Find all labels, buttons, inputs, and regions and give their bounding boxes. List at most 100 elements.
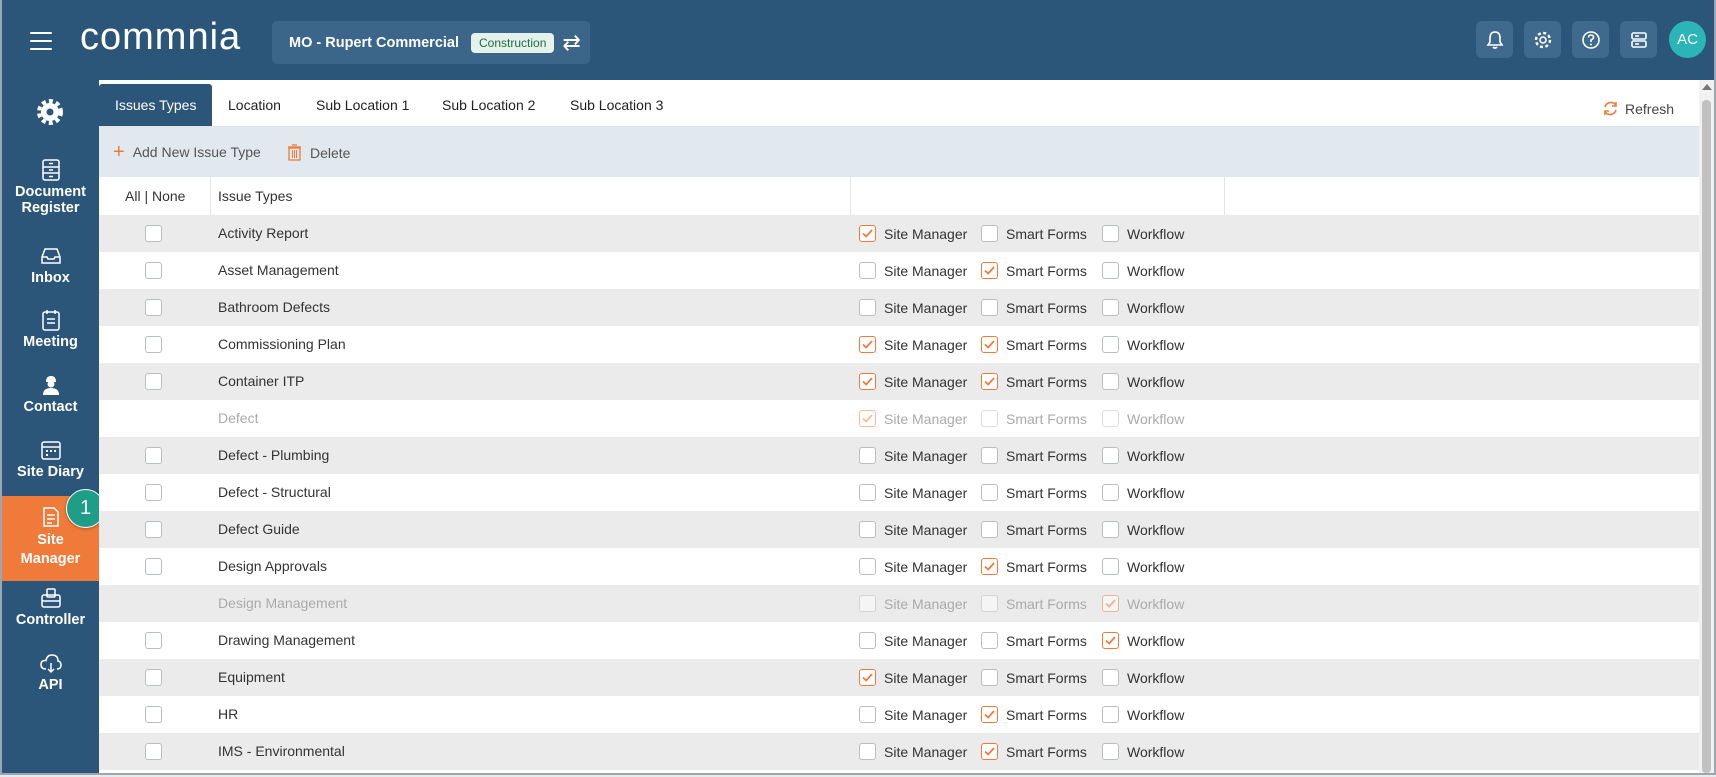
workflow-option[interactable]: Workflow (1102, 548, 1184, 585)
workflow-checkbox[interactable] (1102, 225, 1119, 242)
row-select-checkbox[interactable] (145, 632, 162, 649)
site-manager-checkbox[interactable] (859, 632, 876, 649)
workflow-checkbox[interactable] (1102, 447, 1119, 464)
row-select-checkbox[interactable] (145, 299, 162, 316)
row-select-checkbox[interactable] (145, 447, 162, 464)
workflow-checkbox[interactable] (1102, 558, 1119, 575)
site-manager-checkbox[interactable] (859, 373, 876, 390)
tab-sub-location-2[interactable]: Sub Location 2 (426, 84, 551, 126)
server-icon[interactable] (1620, 21, 1657, 58)
refresh-button[interactable]: Refresh (1602, 100, 1674, 117)
sidebar-item-document-register[interactable]: Document Register (2, 159, 99, 216)
site-manager-checkbox[interactable] (859, 521, 876, 538)
site-manager-option[interactable]: Site Manager (859, 511, 967, 548)
site-manager-option[interactable]: Site Manager (859, 622, 967, 659)
row-select-checkbox[interactable] (145, 521, 162, 538)
row-select-checkbox[interactable] (145, 706, 162, 723)
workflow-option[interactable]: Workflow (1102, 215, 1184, 252)
row-select-checkbox[interactable] (145, 262, 162, 279)
tab-sub-location-3[interactable]: Sub Location 3 (554, 84, 679, 126)
workflow-option[interactable]: Workflow (1102, 252, 1184, 289)
workflow-checkbox[interactable] (1102, 336, 1119, 353)
workflow-checkbox[interactable] (1102, 262, 1119, 279)
smart-forms-option[interactable]: Smart Forms (981, 326, 1087, 363)
project-selector[interactable]: MO - Rupert Commercial Construction ⇄ (272, 21, 590, 64)
workflow-checkbox[interactable] (1102, 743, 1119, 760)
workflow-checkbox[interactable] (1102, 521, 1119, 538)
site-manager-option[interactable]: Site Manager (859, 548, 967, 585)
workflow-option[interactable]: Workflow (1102, 289, 1184, 326)
delete-button[interactable]: Delete (287, 144, 350, 161)
site-manager-checkbox[interactable] (859, 447, 876, 464)
site-manager-checkbox[interactable] (859, 336, 876, 353)
smart-forms-checkbox[interactable] (981, 669, 998, 686)
smart-forms-checkbox[interactable] (981, 632, 998, 649)
settings-gear-icon[interactable] (37, 99, 63, 130)
site-manager-checkbox[interactable] (859, 706, 876, 723)
smart-forms-checkbox[interactable] (981, 521, 998, 538)
smart-forms-option[interactable]: Smart Forms (981, 215, 1087, 252)
row-select-checkbox[interactable] (145, 225, 162, 242)
site-manager-checkbox[interactable] (859, 225, 876, 242)
site-manager-option[interactable]: Site Manager (859, 363, 967, 400)
smart-forms-checkbox[interactable] (981, 262, 998, 279)
sidebar-item-contact[interactable]: Contact (2, 374, 99, 415)
gear-icon[interactable] (1524, 21, 1561, 58)
site-manager-option[interactable]: Site Manager (859, 215, 967, 252)
site-manager-checkbox[interactable] (859, 484, 876, 501)
workflow-checkbox[interactable] (1102, 706, 1119, 723)
sidebar-item-inbox[interactable]: Inbox (2, 245, 99, 286)
site-manager-checkbox[interactable] (859, 743, 876, 760)
site-manager-checkbox[interactable] (859, 262, 876, 279)
smart-forms-checkbox[interactable] (981, 225, 998, 242)
site-manager-option[interactable]: Site Manager (859, 437, 967, 474)
workflow-checkbox[interactable] (1102, 299, 1119, 316)
smart-forms-checkbox[interactable] (981, 706, 998, 723)
smart-forms-checkbox[interactable] (981, 484, 998, 501)
smart-forms-checkbox[interactable] (981, 373, 998, 390)
site-manager-checkbox[interactable] (859, 558, 876, 575)
vertical-scrollbar[interactable] (1699, 80, 1714, 773)
smart-forms-option[interactable]: Smart Forms (981, 511, 1087, 548)
row-select-checkbox[interactable] (145, 558, 162, 575)
site-manager-option[interactable]: Site Manager (859, 326, 967, 363)
tab-location[interactable]: Location (212, 84, 297, 126)
workflow-option[interactable]: Workflow (1102, 326, 1184, 363)
swap-project-icon[interactable]: ⇄ (562, 31, 580, 53)
row-select-checkbox[interactable] (145, 743, 162, 760)
smart-forms-option[interactable]: Smart Forms (981, 622, 1087, 659)
sidebar-item-meeting[interactable]: Meeting (2, 309, 99, 350)
site-manager-option[interactable]: Site Manager (859, 696, 967, 733)
workflow-checkbox[interactable] (1102, 484, 1119, 501)
tab-sub-location-1[interactable]: Sub Location 1 (300, 84, 425, 126)
workflow-option[interactable]: Workflow (1102, 659, 1184, 696)
smart-forms-option[interactable]: Smart Forms (981, 733, 1087, 770)
workflow-option[interactable]: Workflow (1102, 363, 1184, 400)
workflow-option[interactable]: Workflow (1102, 474, 1184, 511)
workflow-option[interactable]: Workflow (1102, 696, 1184, 733)
sidebar-item-controller[interactable]: Controller (2, 587, 99, 628)
smart-forms-checkbox[interactable] (981, 336, 998, 353)
smart-forms-checkbox[interactable] (981, 558, 998, 575)
workflow-option[interactable]: Workflow (1102, 622, 1184, 659)
workflow-option[interactable]: Workflow (1102, 511, 1184, 548)
workflow-option[interactable]: Workflow (1102, 437, 1184, 474)
smart-forms-checkbox[interactable] (981, 299, 998, 316)
help-icon[interactable] (1572, 21, 1609, 58)
user-avatar[interactable]: AC (1669, 21, 1706, 58)
smart-forms-option[interactable]: Smart Forms (981, 252, 1087, 289)
tab-issues-types[interactable]: Issues Types (99, 84, 213, 126)
site-manager-option[interactable]: Site Manager (859, 252, 967, 289)
site-manager-option[interactable]: Site Manager (859, 659, 967, 696)
workflow-checkbox[interactable] (1102, 669, 1119, 686)
site-manager-option[interactable]: Site Manager (859, 474, 967, 511)
row-select-checkbox[interactable] (145, 373, 162, 390)
sidebar-item-api[interactable]: API (2, 652, 99, 693)
scrollbar-thumb[interactable] (1702, 100, 1711, 773)
smart-forms-option[interactable]: Smart Forms (981, 289, 1087, 326)
workflow-option[interactable]: Workflow (1102, 733, 1184, 770)
smart-forms-option[interactable]: Smart Forms (981, 659, 1087, 696)
workflow-checkbox[interactable] (1102, 373, 1119, 390)
smart-forms-checkbox[interactable] (981, 447, 998, 464)
smart-forms-option[interactable]: Smart Forms (981, 363, 1087, 400)
